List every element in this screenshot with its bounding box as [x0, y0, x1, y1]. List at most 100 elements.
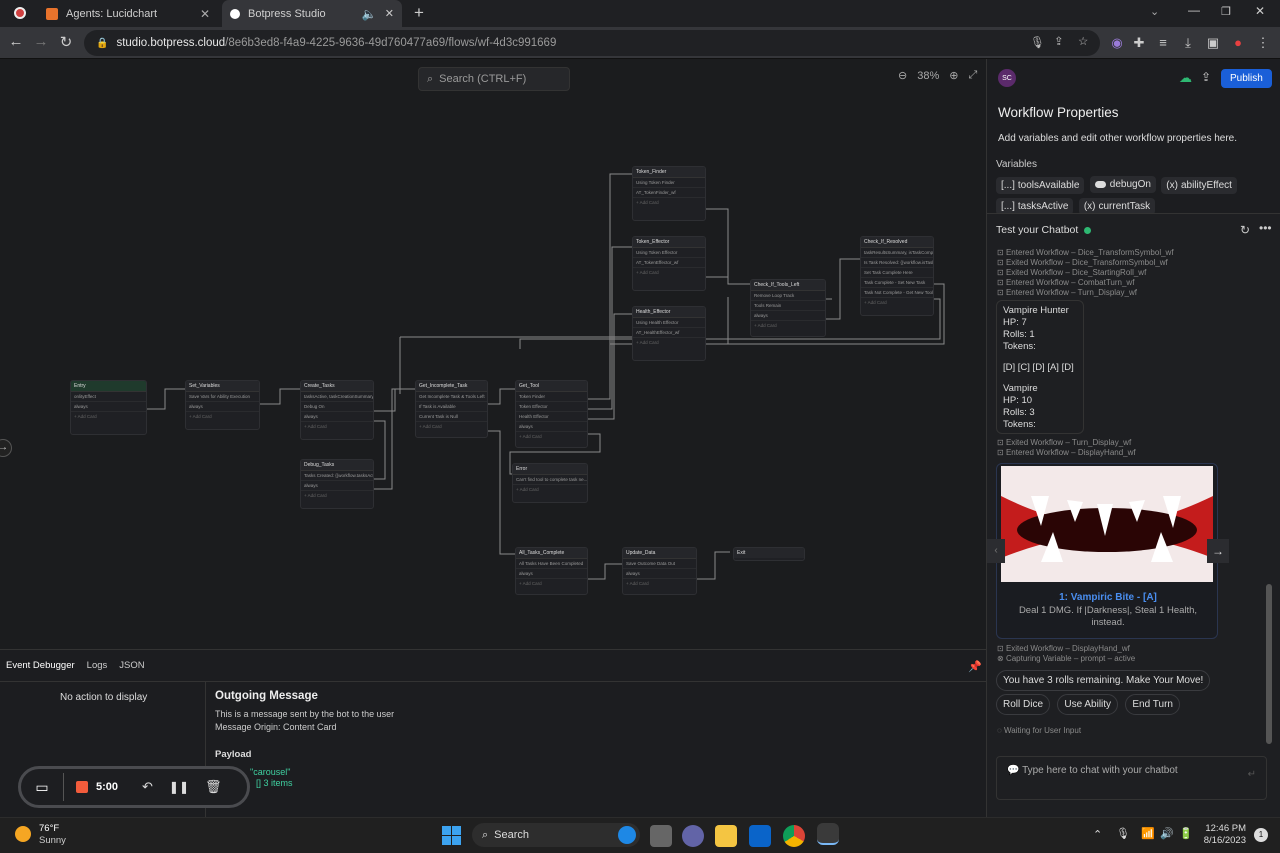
add-card-button[interactable]: + Add Card — [516, 432, 587, 441]
avatar[interactable]: SC — [998, 69, 1016, 87]
show-hidden-icons[interactable]: ⌃ — [1093, 828, 1102, 841]
mic-icon[interactable]: 🎙 — [1116, 827, 1130, 840]
stop-record-icon[interactable] — [76, 781, 88, 793]
add-card-button[interactable]: + Add Card — [751, 321, 825, 330]
task-view-icon[interactable] — [650, 825, 672, 847]
node-debug-tasks[interactable]: Debug_Tasks Tasks Created: {{workflow.ta… — [300, 459, 374, 509]
bookmark-star-icon[interactable]: ☆ — [1078, 34, 1088, 48]
node-check-if-tools-left[interactable]: Check_If_Tools_Left Remove Loop Track To… — [750, 279, 826, 337]
camera-icon[interactable]: ▭ — [21, 779, 63, 796]
node-entry[interactable]: Entry onlityEffect always + Add Card — [70, 380, 147, 435]
roll-dice-button[interactable]: Roll Dice — [996, 694, 1051, 715]
puzzle-icon[interactable]: ✚ — [1128, 35, 1150, 51]
more-options-icon[interactable]: ••• — [1259, 221, 1272, 235]
publish-button[interactable]: Publish — [1221, 69, 1272, 88]
variable-chip[interactable]: [...] toolsAvailable — [996, 177, 1085, 194]
mute-tab-icon[interactable]: 🔈 — [362, 7, 377, 21]
extension-icon[interactable]: ◉ — [1106, 35, 1128, 51]
payload-items[interactable]: [] 3 items — [256, 778, 293, 788]
node-token-finder[interactable]: Token_Finder Using Token Finder AT_Token… — [632, 166, 706, 221]
weather-sun-icon[interactable] — [15, 826, 31, 842]
clock[interactable]: 12:46 PM 8/16/2023 — [1202, 823, 1246, 847]
forward-icon[interactable]: → — [29, 33, 53, 50]
node-exit[interactable]: Exit — [733, 547, 805, 561]
add-card-button[interactable]: + Add Card — [186, 412, 259, 421]
node-check-if-resolved[interactable]: Check_If_Resolved taskResultsSummary, is… — [860, 236, 934, 316]
carousel-prev-icon[interactable]: ‹ — [987, 539, 1005, 563]
tab-json[interactable]: JSON — [119, 660, 144, 671]
add-card-button[interactable]: + Add Card — [513, 485, 587, 494]
notification-badge[interactable]: 1 — [1254, 828, 1268, 842]
wifi-icon[interactable]: 📶 — [1141, 827, 1155, 840]
media-queue-icon[interactable]: ≡ — [1152, 35, 1174, 50]
pause-icon[interactable]: ❚❚ — [169, 780, 189, 794]
flow-canvas[interactable]: ⌕ Search (CTRL+F) ⊖ 38% ⊕ ⤢ → Entry onli… — [0, 59, 986, 649]
use-ability-button[interactable]: Use Ability — [1057, 694, 1119, 715]
tab-botpress-studio[interactable]: Botpress Studio 🔈 ✕ — [222, 0, 402, 27]
add-card-button[interactable]: + Add Card — [416, 422, 487, 431]
share-icon[interactable]: ⇪ — [1054, 34, 1064, 48]
volume-icon[interactable]: 🔊 — [1160, 827, 1174, 840]
outlook-icon[interactable] — [749, 825, 771, 847]
address-bar[interactable]: 🔒 studio.botpress.cloud /8e6b3ed8-f4a9-4… — [84, 30, 1100, 56]
add-card-button[interactable]: + Add Card — [633, 198, 705, 207]
add-card-button[interactable]: + Add Card — [301, 422, 373, 431]
share-icon[interactable]: ⇪ — [1201, 70, 1211, 84]
new-tab-icon[interactable]: + — [414, 3, 424, 23]
mic-icon[interactable]: 🎙 — [1030, 35, 1045, 49]
add-card-button[interactable]: + Add Card — [633, 268, 705, 277]
chrome-icon[interactable] — [783, 825, 805, 847]
node-all-tasks-complete[interactable]: All_Tasks_Complete All Tasks Have Been C… — [515, 547, 588, 595]
add-card-button[interactable]: + Add Card — [623, 579, 696, 588]
add-card-button[interactable]: + Add Card — [301, 491, 373, 500]
back-icon[interactable]: ← — [4, 33, 28, 50]
close-tab-icon[interactable]: ✕ — [200, 7, 210, 21]
node-token-effector[interactable]: Token_Effector Using Token Effector AT_T… — [632, 236, 706, 291]
reload-icon[interactable]: ↻ — [54, 33, 78, 51]
undo-icon[interactable]: ↶ — [142, 779, 153, 795]
end-turn-button[interactable]: End Turn — [1125, 694, 1180, 715]
pin-icon[interactable]: 📌 — [968, 660, 982, 673]
trash-icon[interactable]: 🗑 — [205, 779, 222, 795]
tab-logs[interactable]: Logs — [87, 660, 108, 671]
browser-menu-icon[interactable] — [14, 7, 26, 19]
node-error[interactable]: Error Can't find tool to complete task n… — [512, 463, 588, 503]
variable-chip[interactable]: (x) abilityEffect — [1161, 177, 1237, 194]
node-update-data[interactable]: Update_Data Save Outcome Data Out always… — [622, 547, 697, 595]
chat-input[interactable]: 💬 Type here to chat with your chatbot ↵ — [996, 756, 1267, 800]
tab-lucidchart[interactable]: Agents: Lucidchart ✕ — [38, 0, 218, 27]
node-set-variables[interactable]: Set_Variables Save Vars for Ability Exec… — [185, 380, 260, 430]
node-get-tool[interactable]: Get_Tool Token Finder Token Effector Hea… — [515, 380, 588, 448]
carousel-card[interactable]: 1: Vampiric Bite - [A] Deal 1 DMG. If |D… — [996, 463, 1218, 639]
battery-icon[interactable]: 🔋 — [1179, 827, 1193, 840]
weather-widget[interactable]: 76°F Sunny — [39, 823, 66, 847]
node-health-effector[interactable]: Health_Effector Using Health Effector AT… — [632, 306, 706, 361]
add-card-button[interactable]: + Add Card — [861, 298, 933, 307]
minimize-icon[interactable]: — — [1188, 3, 1200, 17]
send-icon[interactable]: ↵ — [1248, 769, 1256, 780]
close-tab-icon[interactable]: ✕ — [385, 7, 394, 20]
profile-icon[interactable]: ● — [1227, 35, 1249, 50]
card-title[interactable]: 1: Vampiric Bite - [A] — [997, 592, 1217, 603]
reset-chat-icon[interactable]: ↻ — [1240, 223, 1250, 237]
add-card-button[interactable]: + Add Card — [71, 412, 146, 421]
chrome-profile-icon[interactable] — [817, 823, 839, 845]
variable-chip[interactable]: debugOn — [1089, 176, 1156, 193]
maximize-icon[interactable]: ❐ — [1221, 5, 1231, 18]
file-explorer-icon[interactable] — [715, 825, 737, 847]
add-card-button[interactable]: + Add Card — [516, 579, 587, 588]
taskbar-search[interactable]: ⌕ Search — [472, 823, 640, 847]
node-get-incomplete-task[interactable]: Get_Incomplete_Task Get Incomplete Task … — [415, 380, 488, 438]
sidepanel-icon[interactable]: ▣ — [1202, 35, 1224, 51]
add-card-button[interactable]: + Add Card — [633, 338, 705, 347]
tab-event-debugger[interactable]: Event Debugger — [6, 660, 75, 671]
tab-search-icon[interactable]: ⌄ — [1150, 5, 1159, 18]
windows-start-icon[interactable] — [442, 826, 461, 845]
teams-chat-icon[interactable] — [682, 825, 704, 847]
node-create-tasks[interactable]: Create_Tasks tasksActive, taskCreationSu… — [300, 380, 374, 440]
chat-scrollbar[interactable] — [1266, 584, 1272, 744]
close-window-icon[interactable]: ✕ — [1255, 4, 1265, 18]
carousel-next-icon[interactable]: → — [1207, 539, 1229, 563]
more-menu-icon[interactable]: ⋮ — [1252, 35, 1274, 51]
download-icon[interactable]: ⤓ — [1177, 35, 1199, 51]
